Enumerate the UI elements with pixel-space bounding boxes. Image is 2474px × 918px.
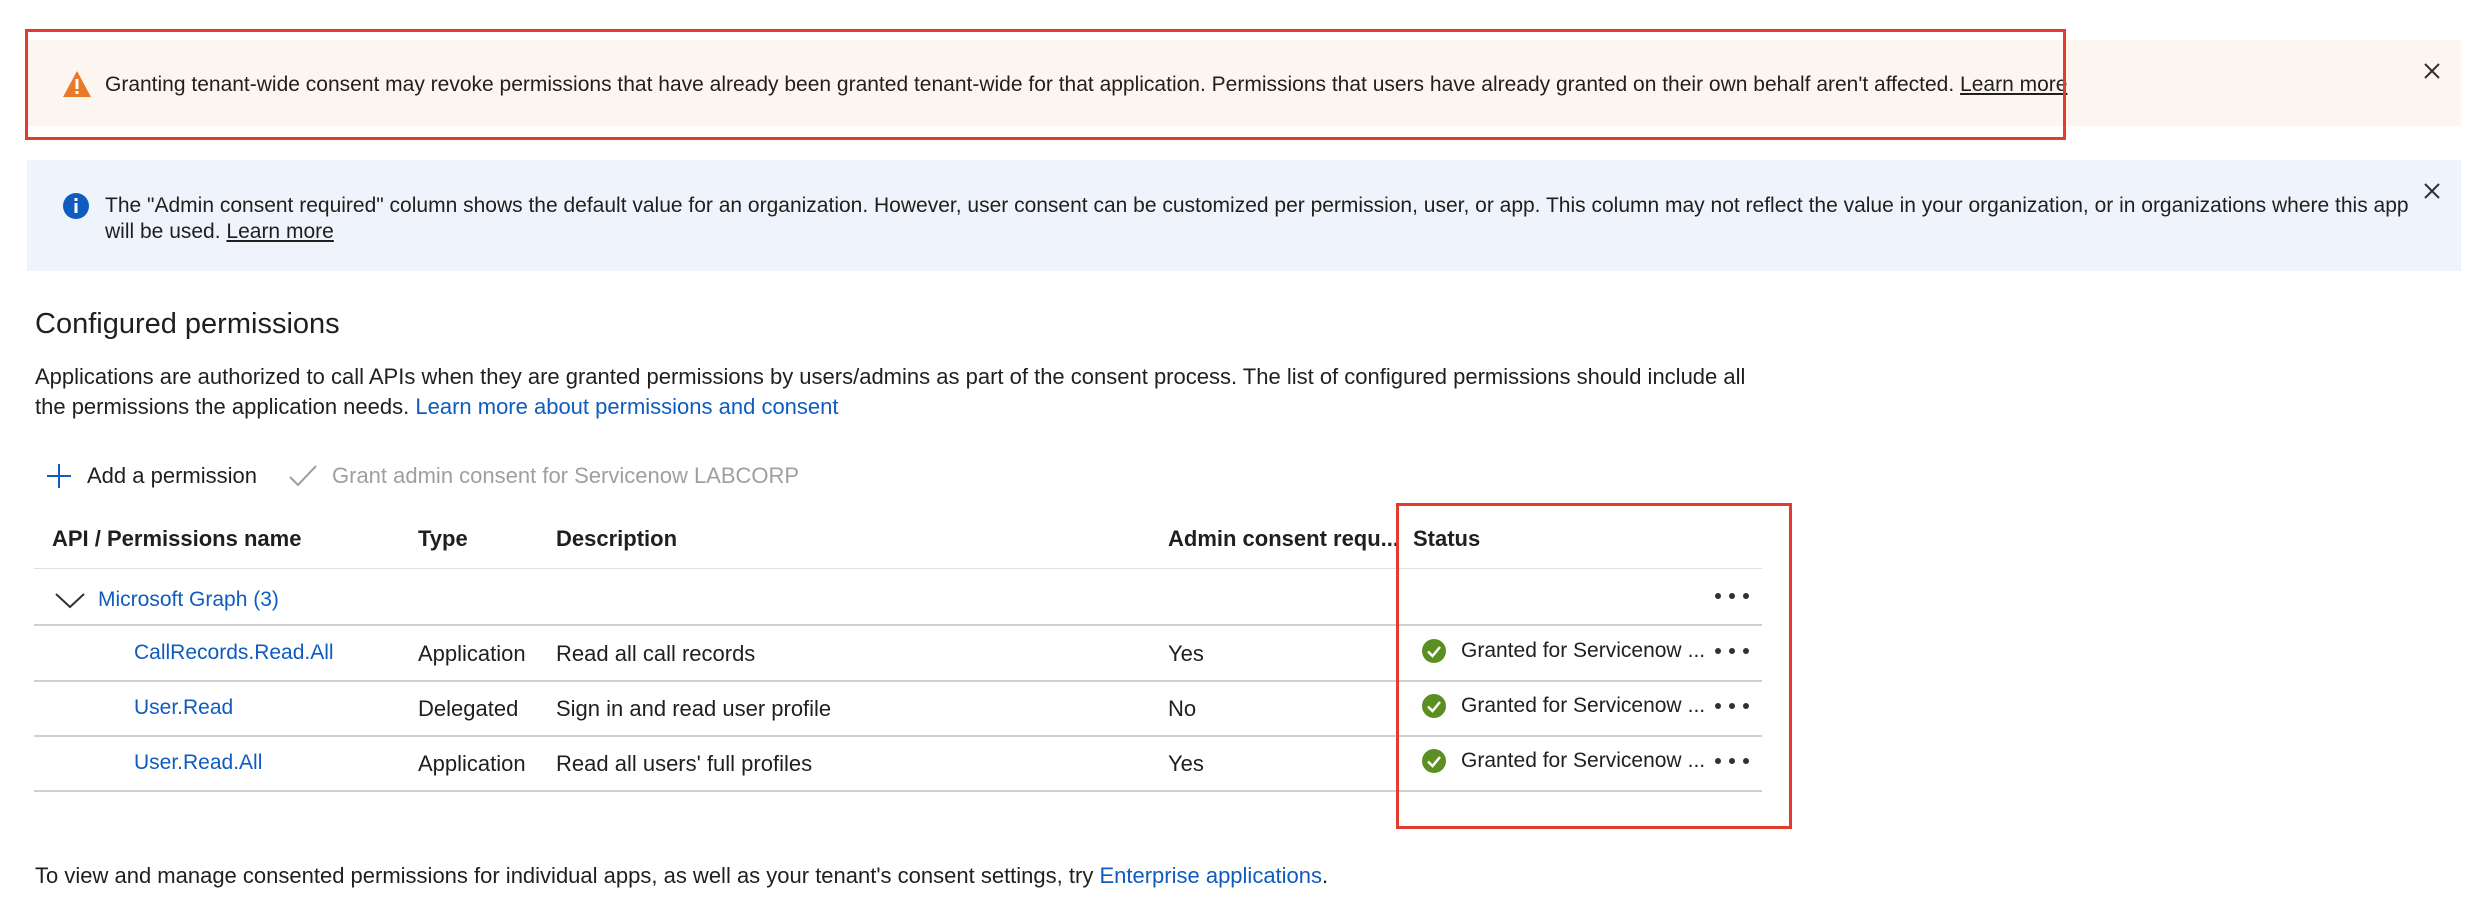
warning-highlight-box xyxy=(25,29,2066,140)
grant-admin-consent-label: Grant admin consent for Servicenow LABCO… xyxy=(332,463,800,488)
footer-period: . xyxy=(1322,863,1329,888)
permission-type: Delegated xyxy=(418,696,519,721)
section-description: Applications are authorized to call APIs… xyxy=(35,362,1765,422)
section-title: Configured permissions xyxy=(35,308,340,340)
add-permission-button[interactable]: Add a permission xyxy=(45,460,257,492)
column-header-name[interactable]: API / Permissions name xyxy=(52,526,301,552)
permission-type: Application xyxy=(418,751,526,776)
admin-consent-value: No xyxy=(1168,696,1197,721)
checkmark-icon xyxy=(289,465,317,487)
plus-icon xyxy=(47,464,71,488)
status-highlight-box xyxy=(1396,503,1792,829)
add-permission-label: Add a permission xyxy=(87,463,257,488)
info-message: The "Admin consent required" column show… xyxy=(105,193,2415,245)
info-text: The "Admin consent required" column show… xyxy=(105,194,2409,243)
group-label: Microsoft Graph (3) xyxy=(98,588,279,611)
column-header-admin-consent[interactable]: Admin consent requ... xyxy=(1168,526,1399,552)
footer-text: To view and manage consented permissions… xyxy=(35,863,1094,888)
column-header-description[interactable]: Description xyxy=(556,526,677,552)
group-toggle-microsoft-graph[interactable]: Microsoft Graph (3) xyxy=(54,585,279,615)
info-learn-more-link[interactable]: Learn more xyxy=(226,220,333,243)
admin-consent-value: Yes xyxy=(1168,641,1204,666)
enterprise-applications-link[interactable]: Enterprise applications xyxy=(1099,863,1322,888)
permission-link-user-read[interactable]: User.Read xyxy=(134,696,233,720)
close-icon[interactable] xyxy=(2421,60,2443,82)
permission-description: Read all call records xyxy=(556,641,756,666)
permission-link-callrecords-read-all[interactable]: CallRecords.Read.All xyxy=(134,641,334,665)
permission-type: Application xyxy=(418,641,526,666)
admin-consent-value: Yes xyxy=(1168,751,1204,776)
permission-description: Read all users' full profiles xyxy=(556,751,813,776)
column-header-type[interactable]: Type xyxy=(418,526,468,552)
chevron-down-icon xyxy=(55,593,85,609)
grant-admin-consent-button[interactable]: Grant admin consent for Servicenow LABCO… xyxy=(288,460,799,492)
permissions-consent-link[interactable]: Learn more about permissions and consent xyxy=(415,394,838,419)
info-circle-icon xyxy=(63,193,89,219)
permission-description: Sign in and read user profile xyxy=(556,696,832,721)
permission-link-user-read-all[interactable]: User.Read.All xyxy=(134,751,262,775)
footer-message: To view and manage consented permissions… xyxy=(35,863,1328,889)
close-icon[interactable] xyxy=(2421,180,2443,202)
description-text: Applications are authorized to call APIs… xyxy=(35,364,1746,419)
